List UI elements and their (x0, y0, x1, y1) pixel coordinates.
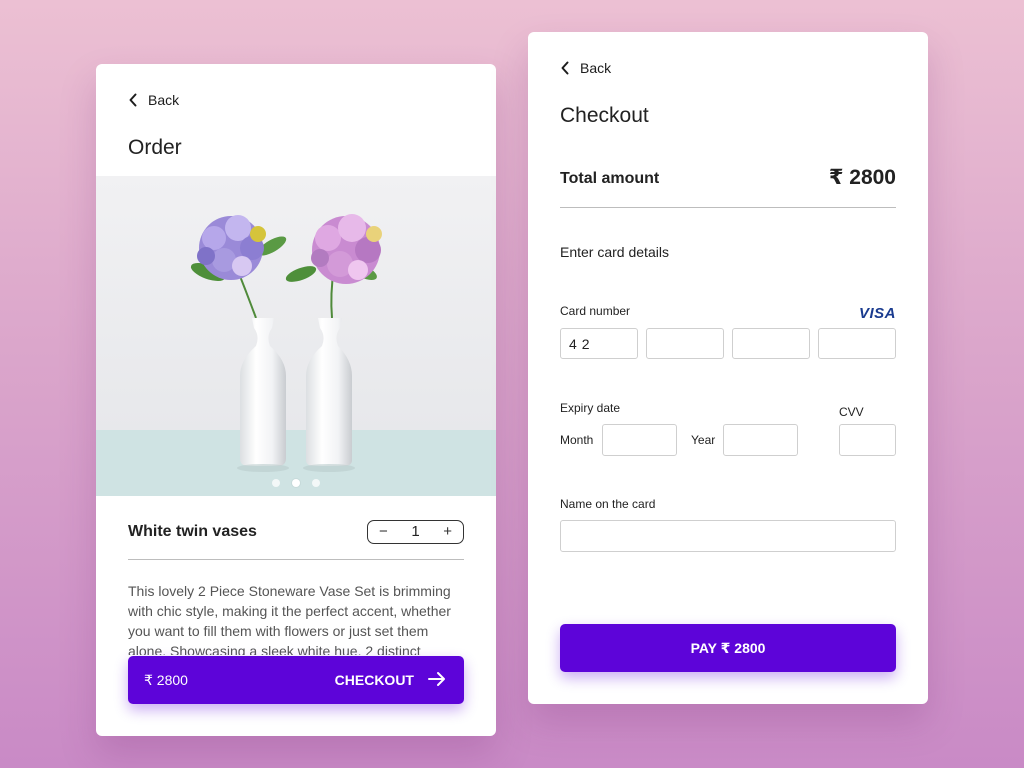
name-on-card-field[interactable] (560, 520, 896, 552)
back-label: Back (148, 92, 180, 108)
carousel-dots (96, 479, 496, 487)
chevron-left-icon (128, 93, 138, 107)
expiry-year-field[interactable] (723, 424, 798, 456)
checkout-card: Back Checkout Total amount ₹ 2800 Enter … (528, 32, 928, 704)
product-row: White twin vases − 1 + (128, 519, 464, 560)
page-title: Checkout (560, 104, 649, 127)
back-button[interactable]: Back (128, 92, 179, 108)
total-label: Total amount (560, 169, 660, 187)
card-number-field-3[interactable] (732, 328, 810, 359)
expiry-month-field[interactable] (602, 424, 677, 456)
chevron-left-icon (560, 61, 570, 75)
quantity-stepper: − 1 + (367, 519, 464, 544)
carousel-dot[interactable] (312, 479, 320, 487)
decrement-button[interactable]: − (379, 524, 388, 539)
arrow-right-icon (428, 671, 446, 690)
product-name: White twin vases (128, 522, 257, 540)
card-number-field-2[interactable] (646, 328, 724, 359)
checkout-label: CHECKOUT (334, 672, 414, 688)
product-image (96, 176, 496, 496)
checkout-price: ₹ 2800 (144, 671, 188, 688)
pay-button[interactable]: PAY ₹ 2800 (560, 624, 896, 672)
cvv-label: CVV (839, 405, 864, 419)
order-card: Back Order White twin vases − 1 + This l… (96, 64, 496, 736)
carousel-dot[interactable] (272, 479, 280, 487)
checkout-button[interactable]: ₹ 2800 CHECKOUT (128, 656, 464, 704)
name-on-card-label: Name on the card (560, 497, 656, 511)
product-description: This lovely 2 Piece Stoneware Vase Set i… (128, 583, 451, 655)
cvv-field[interactable] (839, 424, 896, 456)
card-number-field-1[interactable] (560, 328, 638, 359)
quantity-value: 1 (411, 523, 420, 540)
back-button[interactable]: Back (560, 60, 611, 76)
card-number-label: Card number (560, 304, 631, 318)
expiry-date-label: Expiry date (560, 401, 621, 415)
increment-button[interactable]: + (443, 524, 452, 539)
card-details-heading: Enter card details (560, 244, 669, 260)
year-label: Year (691, 433, 716, 447)
card-number-field-4[interactable] (818, 328, 896, 359)
total-value: ₹ 2800 (828, 166, 896, 189)
visa-logo-icon: VISA (858, 305, 896, 322)
total-row: Total amount ₹ 2800 (560, 156, 896, 208)
month-label: Month (560, 433, 594, 447)
back-label: Back (580, 60, 612, 76)
carousel-dot-active[interactable] (292, 479, 300, 487)
page-title: Order (128, 136, 182, 159)
